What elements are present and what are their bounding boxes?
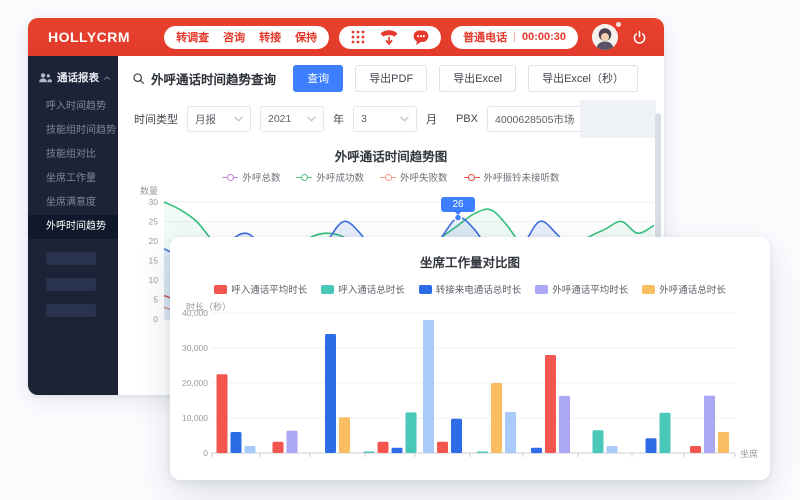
toolbar-icons-pill (339, 26, 441, 49)
sidebar-section-call-reports[interactable]: 通话报表 (28, 56, 118, 95)
power-icon[interactable] (631, 29, 648, 46)
export-pdf-button[interactable]: 导出PDF (355, 65, 427, 92)
svg-text:数量: 数量 (140, 186, 158, 196)
avatar[interactable] (592, 24, 618, 50)
call-control-2[interactable]: 转接 (259, 29, 281, 45)
chevron-up-icon (104, 75, 110, 81)
export-excel-button[interactable]: 导出Excel (439, 65, 516, 92)
notification-dot (616, 22, 621, 27)
chat-icon[interactable] (412, 28, 430, 46)
sidebar-placeholder (46, 304, 96, 317)
call-control-0[interactable]: 转调查 (176, 29, 209, 45)
search-icon (132, 72, 145, 85)
pbx-value: 4000628505市场 (495, 112, 574, 127)
svg-text:20: 20 (149, 236, 159, 246)
svg-text:10,000: 10,000 (182, 413, 208, 423)
call-status-badge: 普通电话 | 00:00:30 (451, 26, 578, 49)
grid-icon[interactable] (350, 29, 366, 45)
line-legend-item-0[interactable]: 外呼总数 (222, 170, 280, 184)
svg-text:30,000: 30,000 (182, 343, 208, 353)
call-control-pill: 转调查咨询转接保持 (164, 26, 329, 49)
time-type-select[interactable]: 月报 (187, 106, 251, 132)
top-bar: HOLLYCRM 转调查咨询转接保持 普通电话 (28, 18, 664, 56)
call-timer: 00:00:30 (522, 31, 566, 43)
sidebar-placeholder (46, 278, 96, 291)
pbx-label: PBX (456, 113, 478, 125)
month-suffix-label: 月 (426, 111, 437, 127)
sidebar-item-4[interactable]: 坐席满意度 (28, 191, 118, 215)
time-type-value: 月报 (195, 112, 216, 127)
bar-chart-legend: 呼入通话平均时长呼入通话总时长转接来电通话总时长外呼通话平均时长外呼通话总时长 (170, 282, 770, 296)
bar-legend-item-3[interactable]: 外呼通话平均时长 (535, 282, 628, 296)
page-title: 外呼通话时间趋势查询 (151, 69, 276, 88)
sidebar-placeholder (46, 252, 96, 265)
sidebar-item-2[interactable]: 技能组对比 (28, 143, 118, 167)
phone-down-icon[interactable] (379, 28, 399, 46)
sidebar-item-1[interactable]: 技能组时间趋势 (28, 119, 118, 143)
action-buttons: 查询 导出PDF 导出Excel 导出Excel（秒） (293, 65, 638, 92)
svg-text:坐席: 坐席 (740, 448, 758, 459)
page-title-wrap: 外呼通话时间趋势查询 (132, 69, 276, 88)
svg-text:20,000: 20,000 (182, 378, 208, 388)
line-legend-item-3[interactable]: 外呼振铃未接听数 (464, 170, 560, 184)
bar-chart: 时长（秒）40,00030,00020,00010,0000坐席 (182, 302, 758, 472)
svg-text:0: 0 (153, 314, 158, 324)
svg-text:40,000: 40,000 (182, 308, 208, 318)
year-select[interactable]: 2021 (260, 106, 324, 132)
svg-text:30: 30 (149, 197, 159, 207)
call-control-1[interactable]: 咨询 (223, 29, 245, 45)
users-icon (38, 72, 52, 84)
query-header: 外呼通话时间趋势查询 查询 导出PDF 导出Excel 导出Excel（秒） (118, 62, 664, 94)
call-control-3[interactable]: 保持 (295, 29, 317, 45)
month-select[interactable]: 3 (353, 106, 417, 132)
avatar-image (592, 24, 618, 50)
bar-legend-item-2[interactable]: 转接来电通话总时长 (419, 282, 522, 296)
query-button[interactable]: 查询 (293, 65, 343, 92)
bar-chart-title: 坐席工作量对比图 (170, 252, 770, 271)
svg-text:15: 15 (149, 256, 159, 266)
sidebar-item-0[interactable]: 呼入时间趋势 (28, 95, 118, 119)
chart-tooltip: 26 (441, 197, 475, 212)
sidebar: 通话报表 呼入时间趋势技能组时间趋势技能组对比坐席工作量坐席满意度外呼时间趋势 (28, 56, 118, 395)
export-excel-sec-button[interactable]: 导出Excel（秒） (528, 65, 638, 92)
line-chart-title: 外呼通话时间趋势图 (118, 146, 664, 168)
sidebar-item-3[interactable]: 坐席工作量 (28, 167, 118, 191)
call-type: 普通电话 (463, 29, 507, 45)
sidebar-item-5[interactable]: 外呼时间趋势 (28, 215, 118, 239)
chevron-down-icon (301, 116, 316, 122)
year-value: 2021 (268, 113, 291, 125)
chevron-down-icon (394, 116, 409, 122)
svg-text:5: 5 (153, 295, 158, 305)
placeholder-block (580, 100, 656, 138)
svg-text:0: 0 (203, 448, 208, 458)
svg-text:10: 10 (149, 275, 159, 285)
line-legend-item-2[interactable]: 外呼失败数 (380, 170, 448, 184)
svg-text:25: 25 (149, 217, 159, 227)
line-legend-item-1[interactable]: 外呼成功数 (296, 170, 364, 184)
badge-divider: | (513, 31, 516, 43)
chevron-down-icon (228, 116, 243, 122)
bar-legend-item-0[interactable]: 呼入通话平均时长 (214, 282, 307, 296)
query-form: 时间类型 月报 2021 年 3 月 PBX 4000628505市场 (118, 100, 664, 138)
app-logo: HOLLYCRM (48, 29, 130, 45)
agent-workload-card: 坐席工作量对比图 呼入通话平均时长呼入通话总时长转接来电通话总时长外呼通话平均时… (170, 237, 770, 480)
sidebar-section-label: 通话报表 (57, 70, 99, 85)
month-value: 3 (361, 113, 367, 125)
bar-legend-item-4[interactable]: 外呼通话总时长 (642, 282, 726, 296)
bar-legend-item-1[interactable]: 呼入通话总时长 (321, 282, 405, 296)
year-suffix-label: 年 (333, 111, 344, 127)
time-type-label: 时间类型 (134, 111, 178, 127)
line-chart-legend: 外呼总数 外呼成功数 外呼失败数 外呼振铃未接听数 (118, 170, 664, 184)
